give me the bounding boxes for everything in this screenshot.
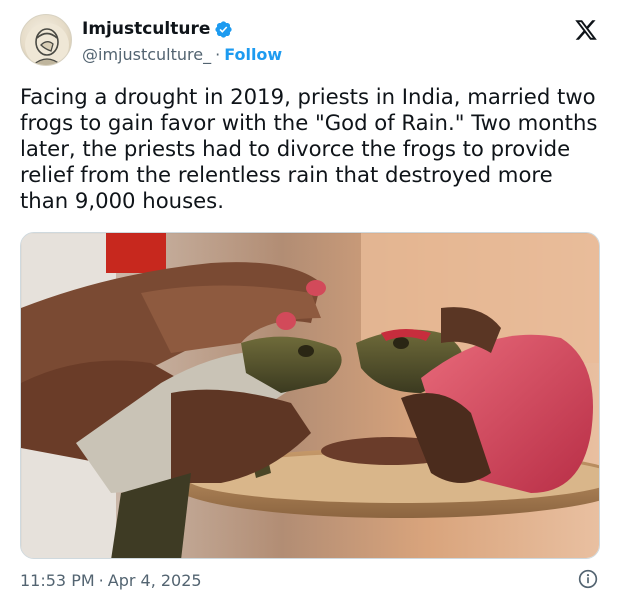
handle[interactable]: @imjustculture_ <box>82 45 211 64</box>
tweet-footer: 11:53 PM · Apr 4, 2025 <box>20 568 600 592</box>
display-name[interactable]: Imjustculture <box>82 19 210 39</box>
separator-dot: · <box>215 44 221 64</box>
tweet-date[interactable]: Apr 4, 2025 <box>108 571 202 590</box>
x-logo-icon[interactable] <box>574 18 598 42</box>
follow-button[interactable]: Follow <box>224 45 282 64</box>
tweet-time[interactable]: 11:53 PM <box>20 571 95 590</box>
footer-separator: · <box>98 570 104 590</box>
info-icon[interactable] <box>578 569 598 589</box>
display-name-row: Imjustculture <box>82 18 282 40</box>
author-block: Imjustculture @imjustculture_ · Follow <box>82 18 282 65</box>
tweet-card: Imjustculture @imjustculture_ · Follow F… <box>0 0 620 600</box>
handle-row: @imjustculture_ · Follow <box>82 43 282 65</box>
avatar[interactable] <box>20 14 72 66</box>
tweet-text: Facing a drought in 2019, priests in Ind… <box>20 84 598 213</box>
tweet-header: Imjustculture @imjustculture_ · Follow <box>20 14 600 70</box>
tweet-photo[interactable] <box>20 232 600 559</box>
verified-badge-icon <box>214 20 233 39</box>
